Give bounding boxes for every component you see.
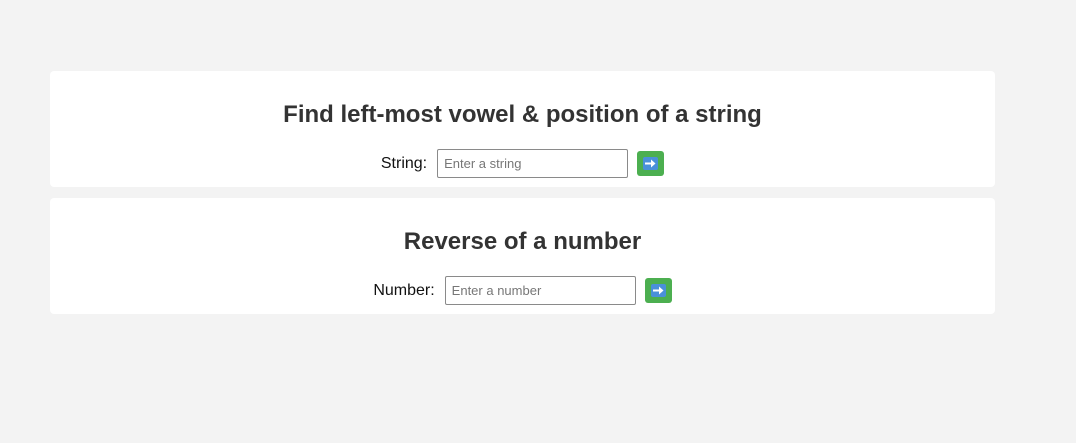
right-arrow-icon [643, 157, 659, 170]
reverse-number-title: Reverse of a number [403, 228, 642, 255]
number-input[interactable] [444, 276, 636, 305]
vowel-finder-card: Find left-most vowel & position of a str… [50, 71, 995, 187]
reverse-number-card: Reverse of a number Number: [50, 198, 995, 314]
string-input[interactable] [437, 149, 629, 178]
vowel-finder-form: String: [50, 149, 995, 178]
right-arrow-icon [650, 284, 666, 297]
string-label: String: [380, 154, 428, 172]
vowel-submit-button[interactable] [637, 151, 665, 176]
reverse-submit-button[interactable] [644, 278, 672, 303]
reverse-number-form: Number: [50, 276, 995, 305]
vowel-finder-title: Find left-most vowel & position of a str… [283, 101, 762, 128]
number-label: Number: [373, 281, 435, 299]
